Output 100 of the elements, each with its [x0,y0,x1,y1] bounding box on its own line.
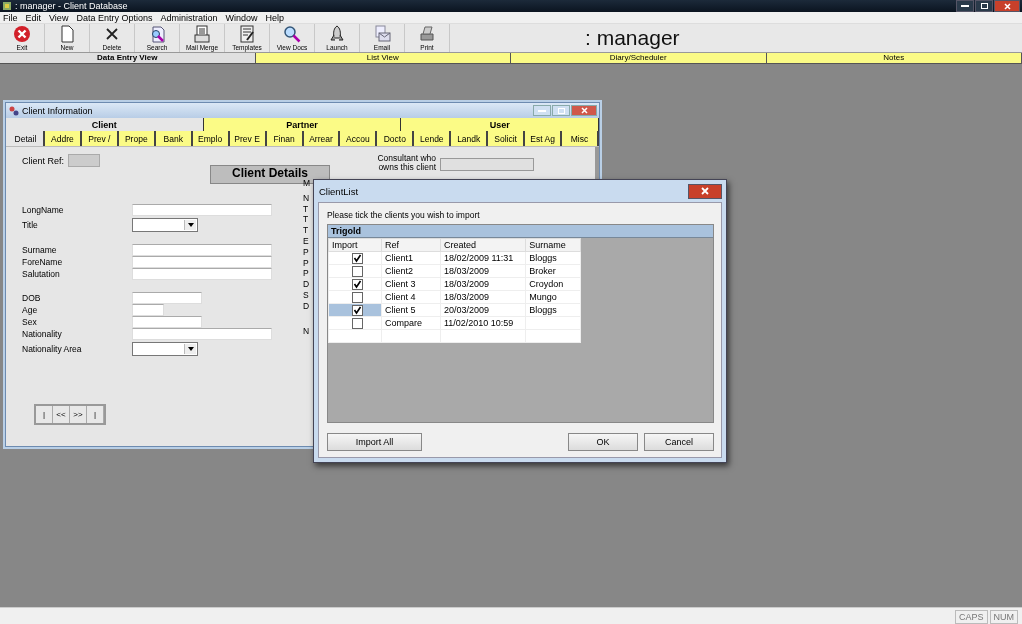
view-tab[interactable]: Data Entry View [0,53,256,63]
field-label: Client Ref: [22,156,65,166]
input-field[interactable] [132,304,164,316]
field-label: Nationality Area [22,343,83,354]
minimize-button[interactable] [956,0,974,12]
maximize-button[interactable] [975,0,993,12]
input-field[interactable] [440,158,535,171]
dialog-title: ClientList [319,185,359,197]
dropdown[interactable] [132,217,198,232]
status-indicator: NUM [989,610,1018,624]
tab[interactable]: Prope [118,131,156,146]
row-selector[interactable] [328,290,382,304]
input-field[interactable] [132,268,272,280]
view-tab[interactable]: Diary/Scheduler [511,53,767,63]
tab[interactable]: User [401,118,599,131]
tab[interactable]: Docto [377,131,415,146]
table-cell: 18/03/2009 [440,264,526,278]
instruction-text: Please tick the clients you wish to import [327,210,481,222]
dialog-button[interactable]: Cancel [644,433,714,451]
dialog-button[interactable]: OK [568,433,638,451]
table-cell: Bloggs [525,251,581,265]
table-cell: Compare [381,316,441,330]
window-title: : manager - Client Database [15,1,128,11]
dialog-button[interactable]: Import All [327,433,422,451]
tab[interactable]: Emplo [192,131,230,146]
table-cell: 18/03/2009 [440,290,526,304]
tab[interactable]: Finan [266,131,304,146]
input-field[interactable] [132,328,272,340]
row-selector[interactable] [328,251,382,265]
tab[interactable]: Addre [44,131,82,146]
row-selector[interactable] [328,277,382,291]
tab[interactable]: Arrear [303,131,341,146]
field-label: E [303,236,310,247]
status-indicator: CAPS [955,610,988,624]
tab[interactable]: Solicit [488,131,526,146]
row-selector[interactable] [328,316,382,330]
close-icon [580,107,588,114]
field-label: DOB [22,293,42,303]
menu-item[interactable]: View [49,12,69,23]
tab[interactable]: Prev / [81,131,119,146]
field-label: Consultant who owns this client [376,154,437,172]
field-label: M [303,178,311,189]
tab[interactable]: Landk [451,131,489,146]
nav-button[interactable]: | [36,406,53,423]
field-label: ForeName [22,257,64,267]
view-tab[interactable]: Notes [766,53,1022,63]
field-label: T [303,203,310,215]
field-label: S [303,289,310,301]
input-field[interactable] [132,244,272,256]
nav-button[interactable]: << [53,406,70,423]
tab[interactable]: Lende [414,131,452,146]
tab[interactable]: Est Ag [525,131,563,146]
field-label: Sex [22,317,38,327]
nav-button[interactable]: | [87,406,104,423]
input-field[interactable] [68,154,101,167]
tab[interactable]: Accou [340,131,378,146]
field-label: N [303,325,311,337]
checkbox[interactable] [352,278,364,290]
table-cell: Broker [525,264,581,278]
menu-item[interactable]: Edit [25,12,42,23]
column-header[interactable]: Ref [381,238,441,252]
dropdown[interactable] [132,341,198,356]
tab[interactable]: Prev E [229,131,267,146]
column-header[interactable]: Created [440,238,526,252]
menu-item[interactable]: Window [225,12,258,23]
column-header[interactable]: Surname [525,238,581,252]
tab[interactable]: Partner [203,118,402,131]
menu-item[interactable]: File [3,12,18,23]
field-label: T [303,214,310,226]
checkbox[interactable] [352,291,364,303]
menu-item[interactable]: Help [265,12,284,23]
tab[interactable]: Bank [155,131,193,146]
app-icon [3,2,11,10]
checkbox[interactable] [352,317,364,329]
checkbox[interactable] [352,304,364,316]
close-button[interactable] [571,105,597,116]
tab[interactable]: Misc [562,131,599,146]
view-tab[interactable]: List View [255,53,511,63]
field-label: Nationality [22,329,63,339]
checkbox[interactable] [352,265,364,277]
row-selector[interactable] [328,264,382,278]
field-label: LongName [22,205,65,215]
table-cell: 18/03/2009 [440,277,526,291]
input-field[interactable] [132,316,202,328]
input-field[interactable] [132,204,272,216]
close-icon [1003,2,1011,10]
input-field[interactable] [132,256,272,268]
nav-button[interactable]: >> [70,406,87,423]
exit-icon [13,25,31,43]
menu-item[interactable]: Data Entry Options [76,12,153,23]
close-button[interactable] [688,183,722,199]
close-button[interactable] [994,0,1020,12]
field-label: Salutation [22,269,61,279]
group-header: Trigold [328,225,713,238]
checkbox[interactable] [352,252,364,264]
menu-item[interactable]: Administration [160,12,218,23]
column-header[interactable]: Import [328,238,382,252]
input-field[interactable] [132,292,202,304]
table-cell: 20/03/2009 [440,303,526,317]
window-icon [9,105,19,116]
